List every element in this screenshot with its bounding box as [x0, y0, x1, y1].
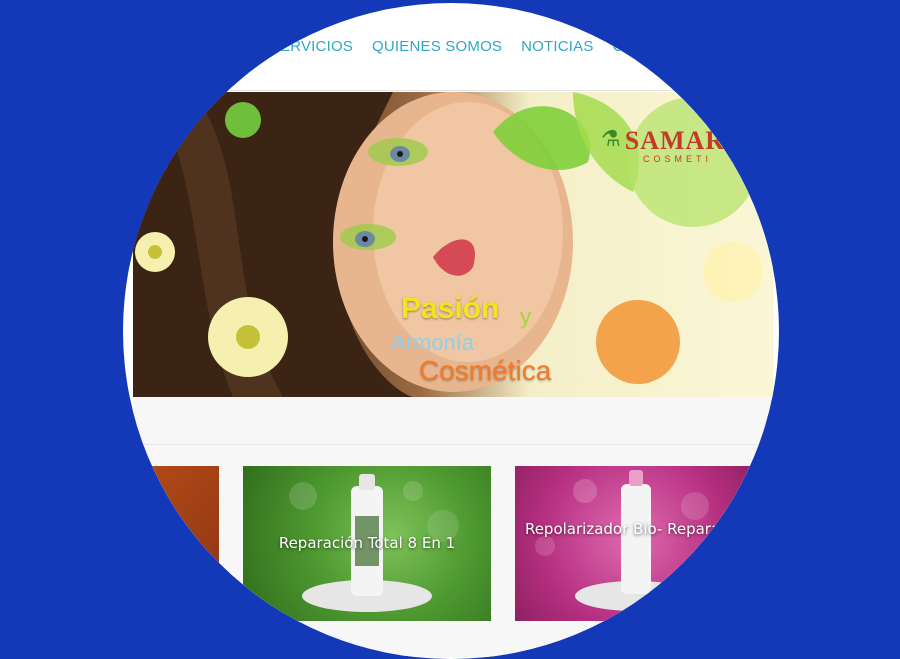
flower-icon [208, 297, 288, 377]
logo-name: SAMAR [624, 126, 726, 155]
nav-item-quienes-somos[interactable]: QUIENES SOMOS [372, 38, 502, 55]
hero-connector: y [520, 304, 531, 329]
nav-item-servicios[interactable]: ERVICIOS [280, 38, 353, 55]
hero-headline-cosmetica: Cosmética [419, 355, 552, 386]
card-title: Reparación Total 8 En 1 [278, 534, 456, 552]
flower-icon [135, 232, 175, 272]
brand-logo: ⚗ SAMAR COSMETI [601, 126, 726, 164]
nav-item-contacto[interactable]: C [613, 38, 624, 55]
hero-headline-armonia: Armonía [391, 330, 475, 355]
main-nav: ERVICIOS QUIENES SOMOS NOTICIAS C [280, 38, 624, 55]
product-card-reparacion[interactable]: Reparación Total 8 En 1 [243, 466, 491, 621]
nav-item-noticias[interactable]: NOTICIAS [521, 38, 593, 55]
hero-banner: ⚗ SAMAR COSMETI Pasión y Armonía Cosméti… [133, 92, 773, 397]
product-card-repolarizador[interactable]: Repolarizador Bio- Reparador [515, 466, 775, 621]
content-divider [140, 444, 779, 445]
mortar-icon: ⚗ [601, 126, 621, 151]
nav-divider [140, 90, 779, 91]
product-card-left[interactable] [140, 466, 219, 621]
product-image [535, 470, 709, 611]
hero-headline-pasion: Pasión [401, 292, 500, 325]
logo-subtitle: COSMETI [643, 154, 713, 164]
page-content: ERVICIOS QUIENES SOMOS NOTICIAS C ⚗ SAMA… [123, 3, 779, 657]
circular-viewport: ERVICIOS QUIENES SOMOS NOTICIAS C ⚗ SAMA… [123, 3, 779, 659]
card-title: Repolarizador Bio- Reparador [524, 520, 746, 538]
